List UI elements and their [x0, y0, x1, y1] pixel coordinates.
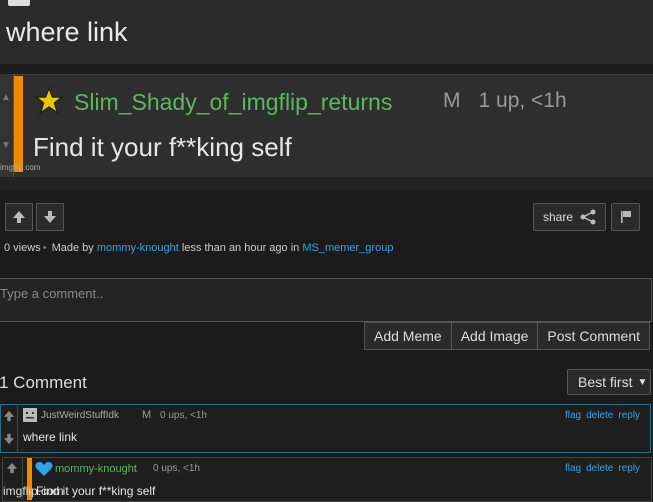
meme-vote-column: ▲ ▼ — [0, 74, 14, 177]
arrow-up-icon — [13, 211, 25, 223]
flag-link[interactable]: flag — [565, 410, 581, 421]
arrow-down-icon — [3, 433, 14, 444]
meme-mod-badge: M — [443, 89, 461, 112]
comment-actions: flag delete reply — [560, 410, 640, 421]
upvote-button[interactable] — [5, 203, 33, 231]
arrow-down-icon — [44, 211, 56, 223]
reply-meta: 0 ups, <1h — [153, 463, 200, 474]
flag-icon — [620, 211, 631, 223]
meme-image: where link ▲ ▼ Slim_Shady_of_imgflip_ret… — [0, 0, 653, 190]
delete-link[interactable]: delete — [586, 410, 613, 421]
meme-separator — [0, 64, 653, 74]
separator-dot: • — [42, 242, 47, 254]
stream-link[interactable]: MS_memer_group — [302, 242, 393, 254]
view-count: 0 views — [4, 242, 41, 254]
meme-watermark: imgflip.com — [0, 163, 41, 172]
sort-dropdown[interactable]: Best first ▼ — [567, 369, 651, 395]
reply-text: Find it your f**king self — [36, 484, 156, 498]
avatar[interactable] — [23, 408, 37, 422]
share-icon — [580, 209, 596, 225]
comment-button-row: Add Meme Add Image Post Comment — [364, 322, 651, 350]
reply-upvote-button[interactable] — [6, 461, 18, 479]
comment-username[interactable]: JustWeirdStuffIdk — [41, 410, 119, 421]
delete-link[interactable]: delete — [586, 463, 613, 474]
meme-top-text: where link — [6, 17, 128, 47]
post-meta: 0 views • Made by mommy-knought less than… — [4, 242, 393, 254]
comment-vote-column — [0, 404, 18, 453]
arrow-up-icon — [6, 462, 18, 474]
post-comment-button[interactable]: Post Comment — [538, 322, 651, 350]
reply-link[interactable]: reply — [618, 463, 640, 474]
meme-orange-bar — [14, 76, 23, 172]
share-label: share — [543, 210, 574, 224]
comment-text: where link — [23, 430, 78, 444]
caret-down-icon: ▼ — [637, 376, 648, 388]
add-image-button[interactable]: Add Image — [451, 322, 539, 350]
flag-button[interactable] — [611, 203, 640, 231]
meme-downvote-icon: ▼ — [1, 140, 11, 151]
sort-label: Best first — [578, 374, 633, 390]
comment-upvote-button[interactable] — [1, 408, 16, 423]
share-button[interactable]: share — [533, 203, 606, 231]
downvote-button[interactable] — [36, 203, 64, 231]
meme-comment-text: Find it your f**king self — [33, 132, 292, 162]
heart-icon — [35, 462, 53, 476]
comment-downvote-button[interactable] — [1, 431, 16, 446]
reply-actions: flag delete reply — [560, 463, 640, 474]
made-by-label: Made by — [51, 242, 94, 254]
mod-badge: M — [142, 409, 152, 421]
star-icon — [34, 86, 64, 115]
post-time: less than an hour ago in — [181, 242, 300, 254]
comment-meta: 0 ups, <1h — [160, 410, 207, 421]
meme-comment-username: Slim_Shady_of_imgflip_returns — [74, 89, 393, 115]
author-link[interactable]: mommy-knought — [97, 242, 179, 254]
meme-comment-meta: M 1 up, <1h — [443, 89, 567, 113]
comment-count: 1 Comment — [0, 373, 87, 392]
meme-avatar-fragment — [8, 0, 30, 6]
reply-username[interactable]: mommy-knought — [55, 463, 137, 475]
meme-top-comment: where link — [0, 0, 653, 64]
meme-comment-time: 1 up, <1h — [478, 89, 567, 112]
flag-link[interactable]: flag — [565, 463, 581, 474]
arrow-up-icon — [3, 410, 14, 421]
reply-link[interactable]: reply — [618, 410, 640, 421]
meme-upvote-icon: ▲ — [1, 92, 11, 103]
add-meme-button[interactable]: Add Meme — [364, 322, 452, 350]
comment-input[interactable] — [0, 278, 652, 322]
